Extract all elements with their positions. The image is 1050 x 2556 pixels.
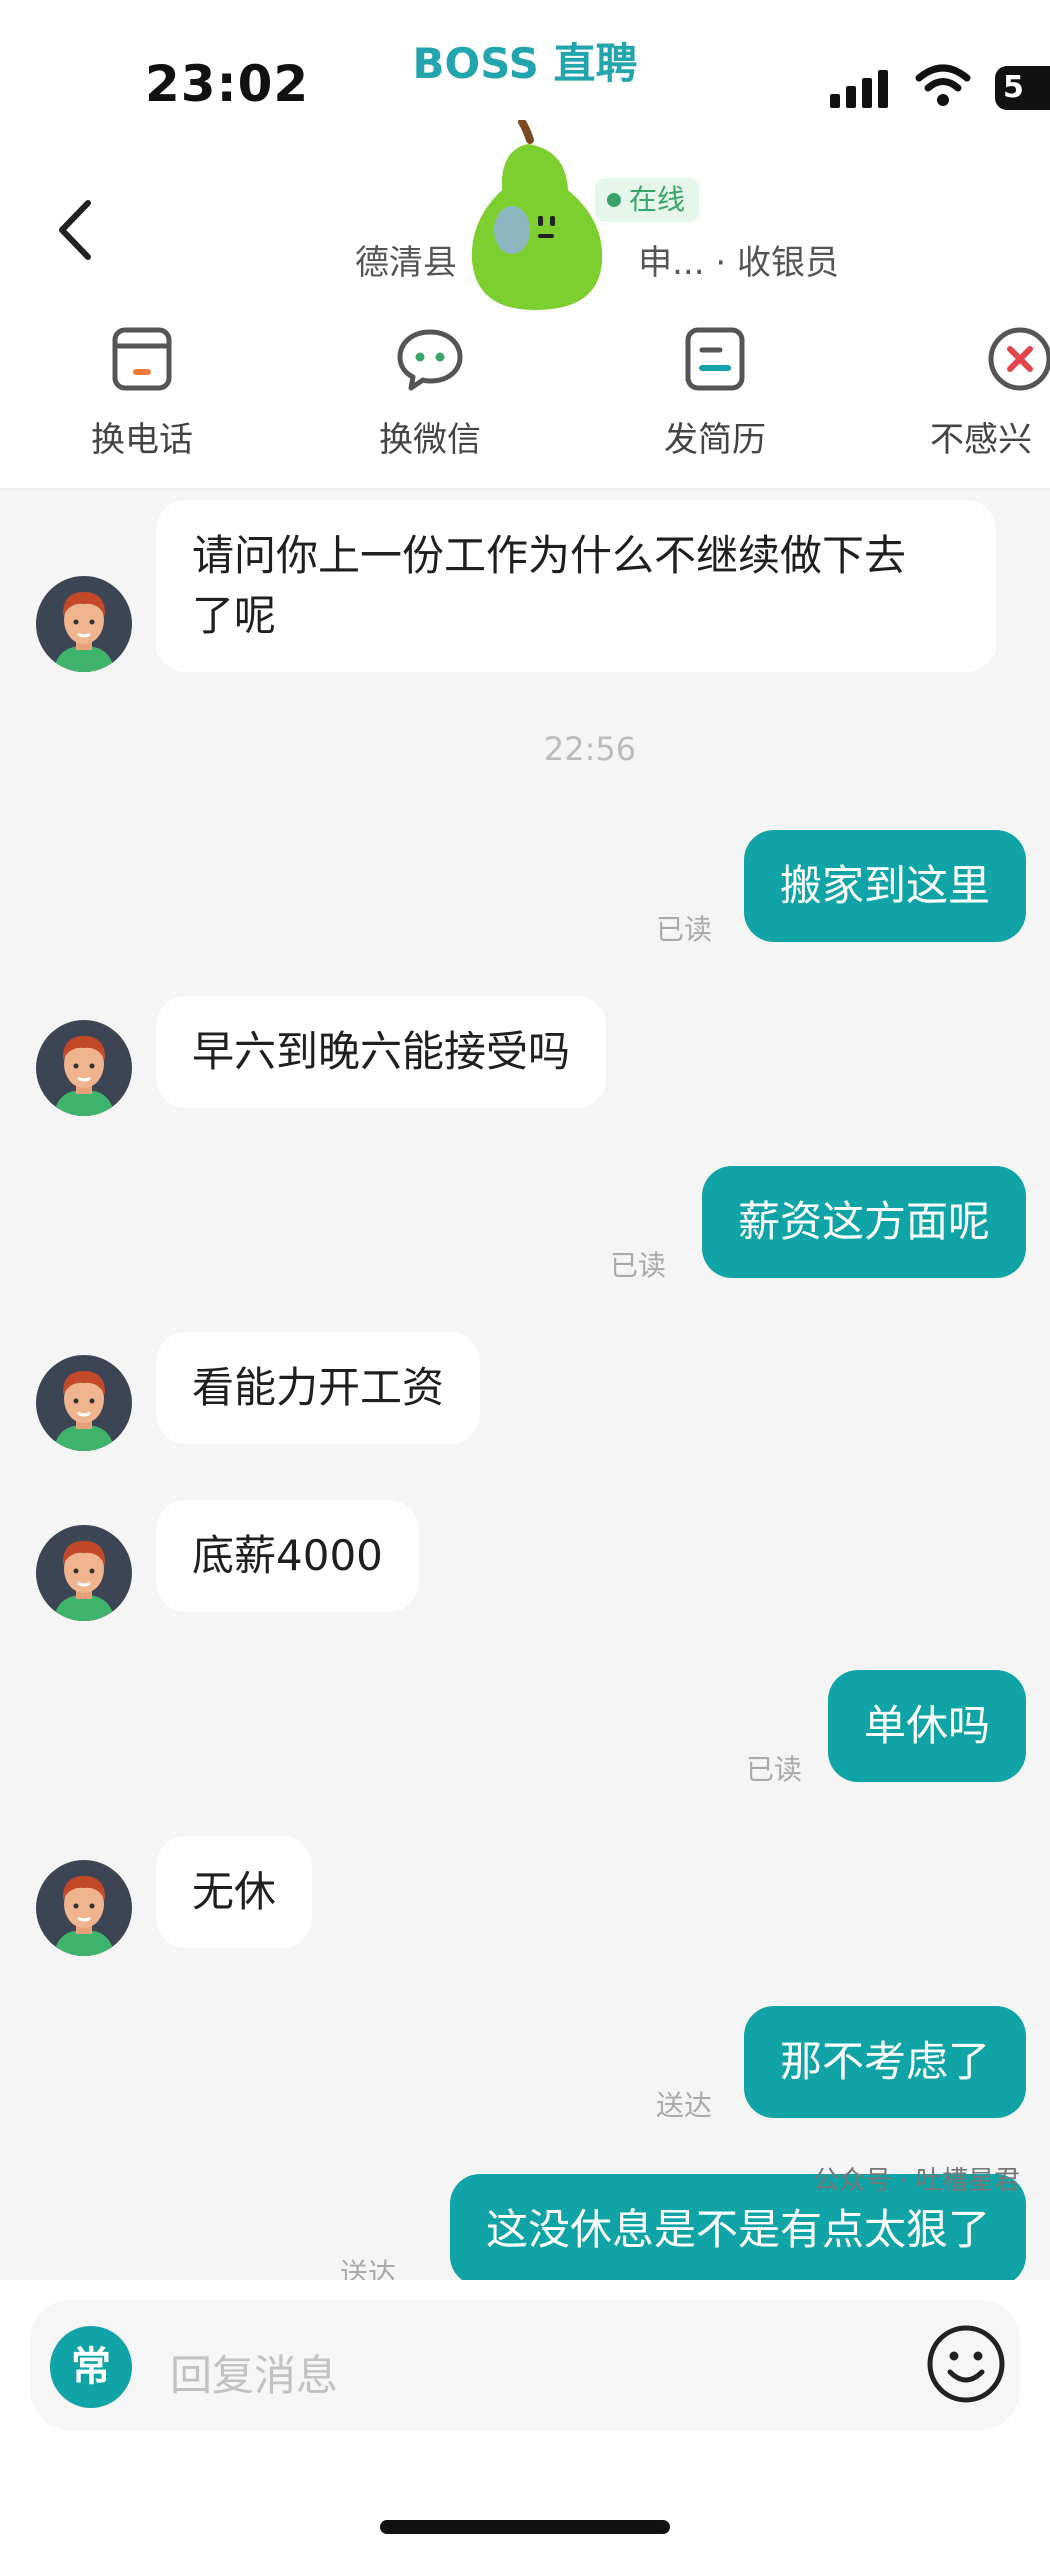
recruiter-avatar[interactable] [36, 1020, 132, 1116]
chat-header: 德清县xxxxxxxxx申... · 收银员 在线 [0, 120, 1050, 310]
back-button[interactable] [50, 195, 100, 265]
reply-input-bar: 常 回复消息 [0, 2280, 1050, 2556]
avatar-illustration-icon [54, 1036, 114, 1116]
received-message[interactable]: 无休 [156, 1836, 313, 1948]
avatar-illustration-icon [54, 1876, 114, 1956]
read-receipt: 已读 [656, 913, 713, 946]
sent-message[interactable]: 那不考虑了 [743, 2006, 1026, 2118]
online-label: 在线 [629, 183, 686, 216]
sent-message[interactable]: 单休吗 [827, 1670, 1026, 1782]
received-message[interactable]: 请问你上一份工作为什么不继续做下去 了呢 [156, 500, 996, 672]
action-exchange-wechat[interactable]: 换微信 [340, 324, 520, 461]
action-row: 换电话 换微信 发简历 不感兴 [0, 310, 1050, 490]
delivered-receipt: 送达 [340, 2257, 397, 2280]
wechat-icon [397, 329, 463, 391]
company-suffix: 申... · 收银员 [638, 243, 839, 283]
message-text-line: 了呢 [192, 591, 277, 640]
sent-message[interactable]: 薪资这方面呢 [701, 1166, 1026, 1278]
recruiter-avatar[interactable] [36, 1355, 132, 1451]
received-message[interactable]: 看能力开工资 [156, 1332, 481, 1444]
received-message[interactable]: 底薪4000 [156, 1500, 419, 1612]
action-send-resume[interactable]: 发简历 [625, 324, 805, 461]
action-label: 发简历 [664, 420, 766, 460]
battery-icon: 5 [995, 66, 1050, 110]
emoji-icon[interactable] [924, 2322, 1008, 2406]
read-receipt: 已读 [746, 1753, 803, 1786]
delivered-receipt: 送达 [656, 2089, 713, 2122]
phone-icon [112, 327, 172, 391]
common-phrases-button[interactable]: 常 [50, 2326, 132, 2408]
home-indicator[interactable] [380, 2520, 670, 2534]
avatar-illustration-icon [54, 592, 114, 672]
recruiter-avatar[interactable] [36, 576, 132, 672]
signal-icon [830, 68, 894, 108]
status-icons: 5 [830, 62, 1050, 112]
action-label: 换微信 [379, 420, 481, 460]
reply-input[interactable]: 常 回复消息 [30, 2300, 1020, 2430]
sent-message[interactable]: 搬家到这里 [743, 830, 1026, 942]
chat-timestamp: 22:56 [543, 730, 637, 768]
pear-sticker-icon [471, 120, 603, 310]
action-label: 不感兴 [930, 420, 1032, 460]
chat-message-list[interactable]: 请问你上一份工作为什么不继续做下去 了呢 22:56 搬家到这里 已读 早六到晚… [0, 490, 1050, 2280]
online-dot-icon [607, 193, 621, 207]
action-exchange-phone[interactable]: 换电话 [52, 324, 232, 461]
company-prefix: 德清县 [355, 243, 457, 283]
action-not-interested[interactable]: 不感兴 [930, 324, 1050, 461]
recruiter-avatar[interactable] [36, 1525, 132, 1621]
resume-icon [685, 327, 745, 391]
watermark: 公众号 · 吐槽星君 [813, 2166, 1020, 2196]
message-text-line: 请问你上一份工作为什么不继续做下去 [192, 531, 907, 580]
avatar-illustration-icon [54, 1371, 114, 1451]
read-receipt: 已读 [610, 1249, 667, 1282]
not-interested-icon [988, 327, 1050, 391]
recruiter-avatar[interactable] [36, 1860, 132, 1956]
received-message[interactable]: 早六到晚六能接受吗 [156, 996, 607, 1108]
online-status-badge: 在线 [595, 178, 700, 222]
action-label: 换电话 [91, 420, 193, 460]
input-placeholder: 回复消息 [170, 2351, 339, 2400]
avatar-illustration-icon [54, 1541, 114, 1621]
wifi-icon [915, 64, 971, 106]
